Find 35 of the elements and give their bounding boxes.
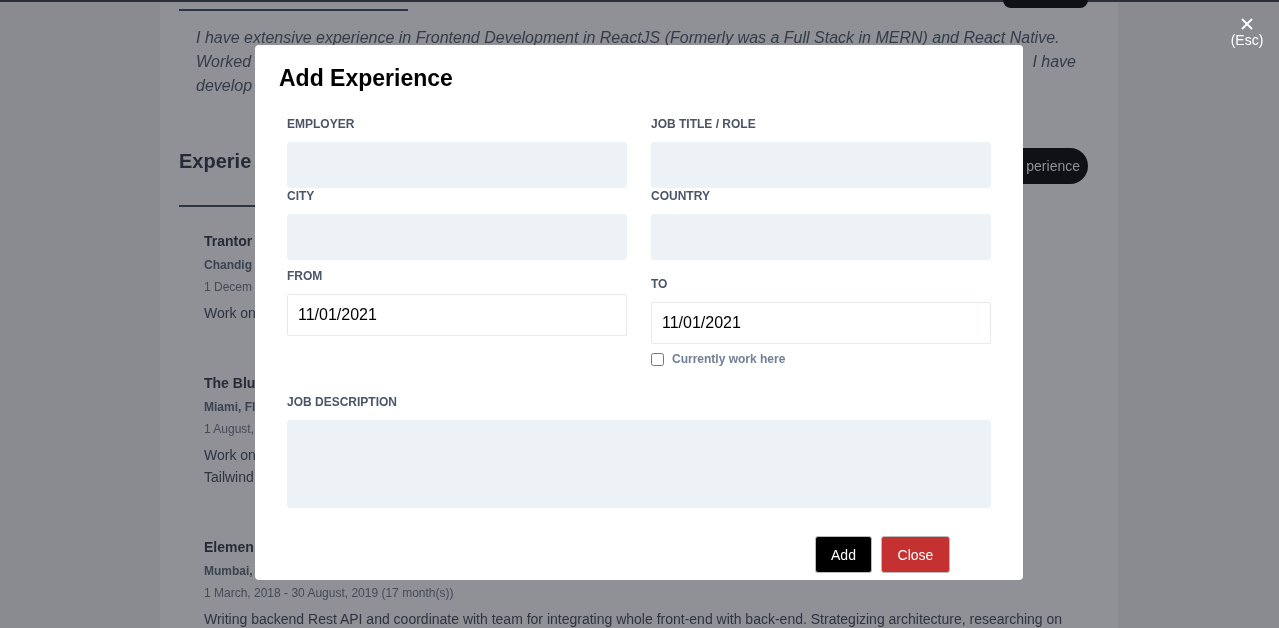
date-range: 1 August,	[204, 421, 255, 438]
checkbox[interactable]	[651, 352, 664, 366]
field-label: CITY	[287, 188, 316, 204]
description-text: Writing backend Rest API and coordinate with team for integrating whole front-end with back-end. Strategizing architecture, researching on	[204, 610, 1063, 628]
description-text: Tailwind	[204, 468, 254, 487]
date-field[interactable]: 11/01/2021	[287, 294, 627, 336]
field-label: JOB TITLE / ROLE	[651, 116, 757, 132]
company-name: The Blu	[204, 374, 256, 393]
paragraph-text: I have extensive experience in Frontend Development in ReactJS (Formerly was a Full Stack in MERN) and React Native.	[196, 28, 1060, 48]
location-text: Miami, Fl	[204, 399, 256, 416]
esc-label: (Esc)	[1230, 31, 1264, 49]
close-icon[interactable]	[1241, 18, 1253, 30]
date-range: 1 Decem	[204, 279, 253, 296]
add-button[interactable]: Add	[815, 536, 872, 573]
pill-button[interactable]	[1003, 0, 1088, 8]
section-heading: Experie	[179, 149, 252, 173]
paragraph-text: I have	[1032, 52, 1076, 72]
field-label: COUNTRY	[651, 188, 711, 204]
field-label: EMPLOYER	[287, 116, 356, 132]
modal-title: Add Experience	[279, 64, 454, 92]
close-button[interactable]: Close	[881, 536, 950, 573]
paragraph-text: Worked	[196, 52, 252, 72]
company-name: Elemen	[204, 538, 254, 557]
field-label: TO	[651, 276, 669, 292]
date-range: 1 March, 2018 - 30 August, 2019 (17 month(s))	[204, 585, 454, 602]
location-text: Mumbai,	[204, 563, 253, 580]
location-text: Chandig	[204, 257, 252, 274]
description-text: Work on	[204, 304, 256, 323]
checkbox-label: Currently work here	[672, 352, 786, 366]
field-label: JOB DESCRIPTION	[287, 394, 398, 410]
field-label: FROM	[287, 268, 324, 284]
company-name: Trantor	[204, 232, 253, 251]
date-field[interactable]: 11/01/2021	[651, 302, 991, 344]
paragraph-text: develop	[196, 76, 253, 96]
description-text: Work on	[204, 446, 256, 465]
